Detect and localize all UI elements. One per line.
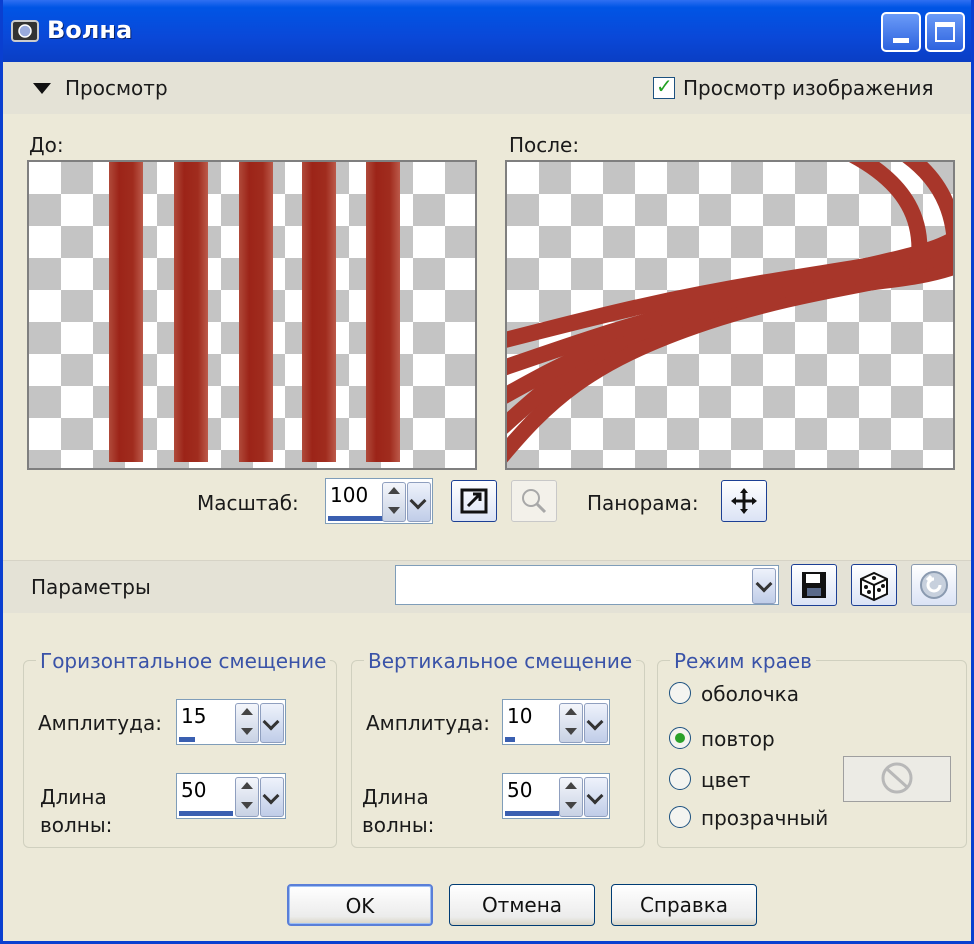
app-icon bbox=[11, 20, 39, 42]
maximize-button[interactable] bbox=[925, 12, 965, 52]
after-label: После: bbox=[509, 133, 580, 157]
ok-button[interactable]: OK bbox=[287, 884, 433, 926]
magnifier-icon bbox=[522, 489, 547, 514]
zoom-spinner[interactable]: 100 bbox=[325, 478, 433, 524]
h-wavelength-updown[interactable] bbox=[235, 777, 259, 817]
h-amplitude-slider[interactable] bbox=[179, 737, 195, 742]
vertical-group-title: Вертикальное смещение bbox=[364, 649, 637, 673]
v-wavelength-dropdown[interactable] bbox=[584, 777, 608, 817]
checkmark-icon: ✓ bbox=[656, 74, 673, 98]
maximize-icon bbox=[935, 22, 955, 42]
h-wavelength-dropdown[interactable] bbox=[260, 777, 284, 817]
stripe bbox=[109, 162, 143, 462]
edge-mode-label-wrap[interactable]: оболочка bbox=[701, 682, 799, 706]
no-color-icon bbox=[881, 762, 913, 794]
reset-button[interactable] bbox=[911, 564, 957, 606]
after-preview[interactable] bbox=[505, 160, 955, 470]
zoom-label: Масштаб: bbox=[197, 491, 299, 515]
v-amplitude-slider[interactable] bbox=[505, 737, 515, 742]
stripe bbox=[302, 162, 336, 462]
zoom-tool-button[interactable] bbox=[511, 480, 557, 522]
horizontal-displacement-group: Горизонтальное смещение Амплитуда: 15 Дл… bbox=[23, 649, 337, 848]
h-wavelength-value[interactable]: 50 bbox=[181, 778, 206, 802]
h-amplitude-value[interactable]: 15 bbox=[181, 704, 206, 728]
edge-mode-radio-color[interactable] bbox=[669, 768, 691, 790]
horizontal-group-title: Горизонтальное смещение bbox=[36, 649, 331, 673]
minimize-icon bbox=[893, 38, 909, 43]
h-amplitude-label: Амплитуда: bbox=[38, 711, 162, 735]
v-wavelength-value[interactable]: 50 bbox=[507, 778, 532, 802]
stripe bbox=[174, 162, 208, 462]
preset-dropdown-button[interactable] bbox=[752, 568, 776, 604]
before-preview[interactable] bbox=[27, 160, 477, 470]
zoom-value[interactable]: 100 bbox=[330, 483, 368, 507]
h-wavelength-spinner[interactable]: 50 bbox=[176, 773, 286, 819]
wave-result bbox=[507, 162, 953, 463]
edge-mode-label-repeat[interactable]: повтор bbox=[701, 727, 775, 751]
v-amplitude-spinner[interactable]: 10 bbox=[502, 699, 610, 745]
title-bar[interactable]: Волна bbox=[3, 0, 971, 62]
edge-color-swatch[interactable] bbox=[843, 756, 951, 802]
before-label: До: bbox=[29, 133, 64, 157]
zoom-slider[interactable] bbox=[328, 516, 384, 521]
fit-window-icon bbox=[460, 488, 488, 514]
show-image-checkbox[interactable]: ✓ bbox=[653, 74, 675, 99]
window-title: Волна bbox=[47, 16, 133, 44]
v-amplitude-label: Амплитуда: bbox=[366, 711, 490, 735]
help-button[interactable]: Справка bbox=[611, 884, 757, 926]
dice-icon bbox=[860, 571, 888, 602]
move-arrows-icon bbox=[731, 488, 757, 514]
v-wavelength-updown[interactable] bbox=[559, 777, 583, 817]
h-amplitude-dropdown[interactable] bbox=[260, 703, 284, 743]
pan-label: Панорама: bbox=[587, 491, 699, 515]
collapse-triangle-icon[interactable] bbox=[33, 83, 51, 94]
cancel-button[interactable]: Отмена bbox=[449, 884, 595, 926]
reset-arrow-icon bbox=[920, 571, 948, 599]
zoom-to-fit-button[interactable] bbox=[451, 480, 497, 522]
randomize-button[interactable] bbox=[851, 564, 897, 606]
floppy-disk-icon bbox=[802, 572, 826, 598]
preview-section-header[interactable]: Просмотр ✓ Просмотр изображения bbox=[3, 62, 971, 114]
h-amplitude-spinner[interactable]: 15 bbox=[176, 699, 286, 745]
preview-section-label: Просмотр bbox=[65, 76, 168, 100]
wave-dialog: Волна Просмотр ✓ Просмотр изображения До… bbox=[0, 0, 974, 944]
preset-combobox[interactable] bbox=[395, 565, 779, 605]
edge-mode-radio-transparent[interactable] bbox=[669, 806, 691, 828]
stripe bbox=[239, 162, 273, 462]
v-wavelength-spinner[interactable]: 50 bbox=[502, 773, 610, 819]
show-image-label[interactable]: Просмотр изображения bbox=[683, 76, 934, 100]
edge-mode-label-color[interactable]: цвет bbox=[701, 768, 750, 792]
save-preset-button[interactable] bbox=[791, 564, 837, 606]
pan-button[interactable] bbox=[721, 480, 767, 522]
edge-mode-label-transparent[interactable]: прозрачный bbox=[701, 806, 828, 830]
v-amplitude-updown[interactable] bbox=[559, 703, 583, 743]
stripe bbox=[366, 162, 400, 462]
edge-mode-radio-wrap[interactable] bbox=[669, 682, 691, 704]
zoom-updown[interactable] bbox=[382, 482, 406, 522]
edge-mode-radio-repeat[interactable] bbox=[669, 727, 691, 749]
edge-mode-title: Режим краев bbox=[670, 649, 816, 673]
vertical-displacement-group: Вертикальное смещение Амплитуда: 10 Длин… bbox=[351, 649, 645, 848]
h-amplitude-updown[interactable] bbox=[235, 703, 259, 743]
v-amplitude-value[interactable]: 10 bbox=[507, 704, 532, 728]
h-wavelength-slider[interactable] bbox=[179, 811, 233, 816]
v-amplitude-dropdown[interactable] bbox=[584, 703, 608, 743]
zoom-dropdown[interactable] bbox=[407, 482, 431, 522]
minimize-button[interactable] bbox=[881, 12, 921, 52]
v-wavelength-label: Длина волны: bbox=[362, 785, 435, 837]
params-section-label: Параметры bbox=[31, 575, 151, 599]
h-wavelength-label: Длина волны: bbox=[40, 785, 113, 837]
v-wavelength-slider[interactable] bbox=[505, 811, 559, 816]
